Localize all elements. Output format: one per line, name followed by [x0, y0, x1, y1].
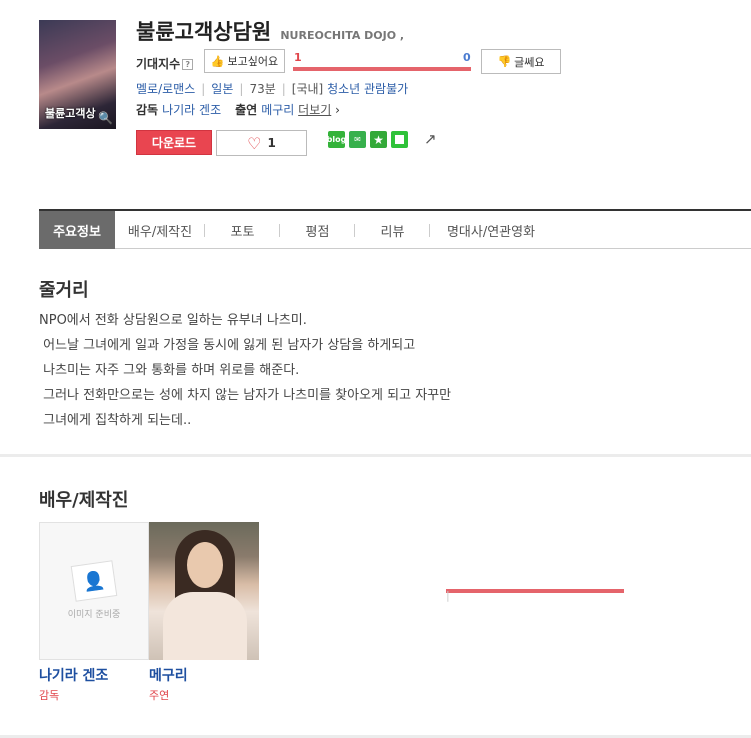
heart-icon: ♡	[247, 133, 262, 153]
cast-link[interactable]: 메구리	[261, 103, 294, 117]
poster-caption: 불륜고객상	[45, 107, 96, 120]
share-out-icon[interactable]: ↗	[424, 130, 437, 148]
title-row: 불륜고객상담원 NUREOCHITA DOJO ,	[136, 16, 404, 46]
rating-prefix: [국내]	[291, 82, 324, 96]
tab-bar: 주요정보 배우/제작진 포토 평점 리뷰 명대사/연관영화	[39, 209, 751, 249]
movie-title: 불륜고객상담원	[136, 20, 272, 44]
director-link[interactable]: 나기라 겐조	[162, 103, 221, 117]
share-icons: blog ✉ ★	[327, 131, 408, 148]
synopsis-text: NPO에서 전화 상담원으로 일하는 유부녀 나츠미. 어느날 그녀에게 일과 …	[39, 313, 452, 428]
thumbs-down-icon: 👎	[497, 55, 512, 68]
zoom-icon[interactable]: 🔍	[98, 111, 113, 125]
crew-title: 배우/제작진	[39, 490, 129, 511]
crew-card-director[interactable]: 👤 이미지 준비중 나기라 겐조 감독	[39, 522, 149, 703]
crew-summary: 감독 나기라 겐조 출연 메구리 더보기 ›	[136, 101, 340, 118]
help-icon[interactable]: ?	[182, 59, 194, 70]
synopsis-title: 줄거리	[39, 280, 89, 301]
not-count: 0	[463, 51, 471, 64]
more-arrow-icon: ›	[335, 103, 340, 117]
tab-photo[interactable]: 포토	[205, 211, 280, 249]
bookmark-star-icon[interactable]: ★	[370, 131, 387, 148]
like-count: 1	[267, 136, 276, 150]
like-button[interactable]: ♡ 1	[216, 130, 307, 156]
original-title: NUREOCHITA DOJO ,	[280, 29, 405, 42]
runtime: 73분	[249, 82, 276, 96]
want-to-see-button[interactable]: 👍 보고싶어요	[204, 49, 285, 73]
tab-cast-crew[interactable]: 배우/제작진	[115, 211, 205, 249]
rating-link[interactable]: 청소년 관람불가	[327, 82, 408, 96]
more-link[interactable]: 더보기	[298, 103, 331, 117]
cast-label: 출연	[235, 103, 258, 117]
not-sure-button[interactable]: 👎 글쎄요	[481, 49, 561, 74]
expectation-label: 기대지수?	[136, 55, 194, 72]
director-label: 감독	[136, 103, 159, 117]
country-link[interactable]: 일본	[211, 82, 233, 96]
actor-photo[interactable]	[149, 522, 259, 660]
crew-card-actor[interactable]: 메구리 주연 |	[149, 522, 624, 703]
tab-quotes-related[interactable]: 명대사/연관영화	[430, 211, 552, 249]
crew-role: 주연 |	[149, 589, 624, 703]
square-share-icon[interactable]	[391, 131, 408, 148]
crew-role: 감독	[39, 689, 60, 702]
blog-share-icon[interactable]: blog	[327, 131, 346, 148]
movie-meta: 멜로/로맨스 | 일본 | 73분 | [국내] 청소년 관람불가	[136, 82, 409, 96]
crew-name[interactable]: 메구리	[149, 665, 259, 685]
section-divider	[0, 454, 751, 457]
expectation-bar	[293, 67, 471, 71]
tab-rating[interactable]: 평점	[280, 211, 355, 249]
genre-link[interactable]: 멜로/로맨스	[136, 82, 195, 96]
no-image-placeholder: 👤 이미지 준비중	[39, 522, 149, 660]
tab-main-info[interactable]: 주요정보	[39, 211, 115, 249]
download-button[interactable]: 다운로드	[136, 130, 212, 155]
want-count: 1	[294, 51, 302, 64]
band-share-icon[interactable]: ✉	[349, 131, 366, 148]
movie-poster[interactable]: 불륜고객상 🔍	[39, 20, 116, 129]
crew-name[interactable]: 나기라 겐조	[39, 665, 149, 685]
image-placeholder-icon: 👤	[70, 559, 118, 602]
thumbs-up-icon: 👍	[210, 54, 225, 68]
tab-review[interactable]: 리뷰	[355, 211, 430, 249]
